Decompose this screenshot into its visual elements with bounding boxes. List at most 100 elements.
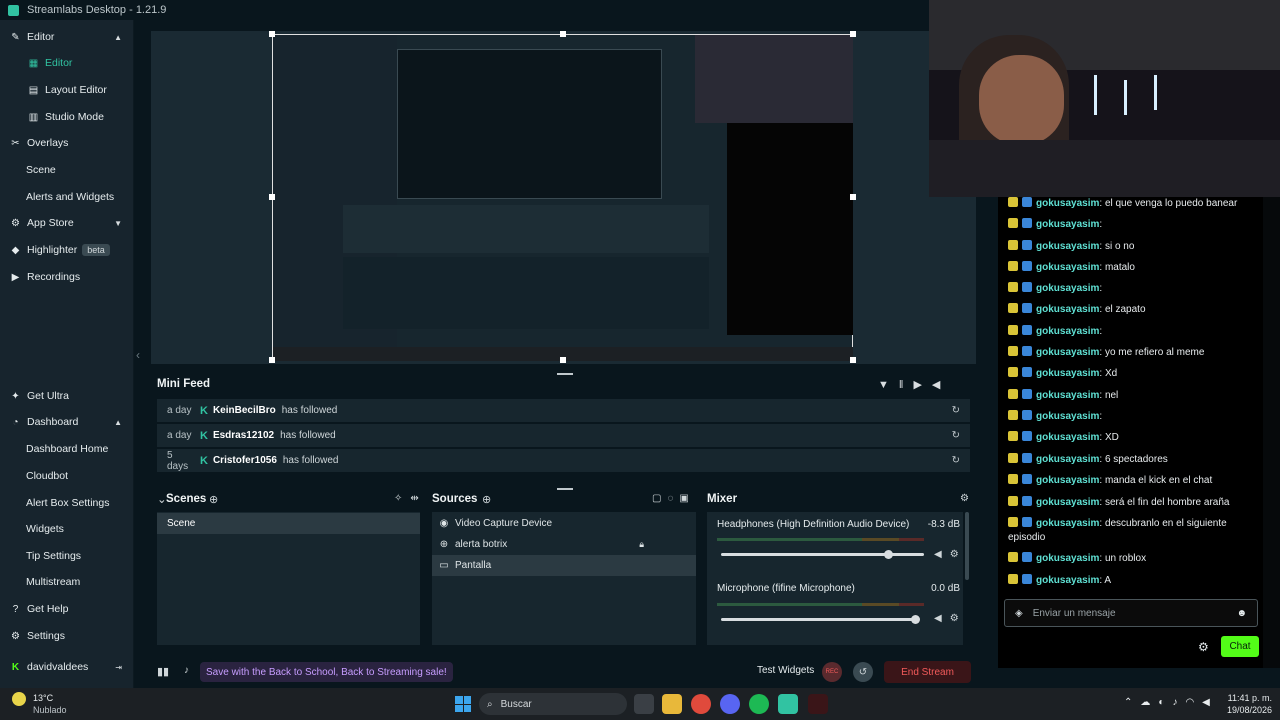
- sidebar-item-cloudbot[interactable]: Cloudbot: [0, 463, 134, 489]
- source-item[interactable]: ⊕ alerta botrix 🔒︎: [432, 534, 696, 555]
- weather-temp[interactable]: 13°C: [33, 693, 53, 703]
- mic-icon[interactable]: ◌: [667, 493, 679, 504]
- speaker-icon[interactable]: ◀: [934, 613, 950, 624]
- test-widgets-label[interactable]: Test Widgets: [757, 665, 814, 676]
- filter-icon[interactable]: ▼: [878, 379, 899, 391]
- weather-icon[interactable]: [12, 692, 26, 706]
- sidebar-item-scene[interactable]: Scene: [0, 157, 134, 183]
- sidebar-item-highlighter[interactable]: ◆ Highlighter beta: [0, 237, 134, 263]
- chat-username[interactable]: gokusayasim: [1036, 198, 1099, 209]
- task-view-icon[interactable]: [634, 694, 654, 714]
- chrome-icon[interactable]: [691, 694, 711, 714]
- chat-username[interactable]: gokusayasim: [1036, 553, 1099, 564]
- folder-icon[interactable]: ▣: [679, 493, 694, 504]
- sidebar-user[interactable]: Kdavidvaldees ⇥: [0, 654, 134, 680]
- sidebar-item-studio-mode[interactable]: ▥ Studio Mode: [0, 104, 134, 130]
- chat-username[interactable]: gokusayasim: [1036, 518, 1099, 529]
- preview-canvas[interactable]: [272, 34, 853, 361]
- discord-icon[interactable]: [720, 694, 740, 714]
- sidebar-item-dashboard[interactable]: ◔ Dashboard ▲: [0, 409, 134, 435]
- sidebar-item-settings[interactable]: ⚙ Settings: [0, 623, 134, 649]
- clock-time[interactable]: 11:41 p. m.: [1224, 693, 1272, 703]
- resize-handle[interactable]: [560, 357, 566, 363]
- pin-icon[interactable]: ✧: [394, 493, 410, 504]
- steam-icon[interactable]: ◐: [1158, 697, 1172, 708]
- add-source-icon[interactable]: ⊕: [482, 493, 491, 506]
- sidebar-item-get-ultra[interactable]: ✦ Get Ultra: [0, 383, 134, 409]
- spotify-icon[interactable]: [749, 694, 769, 714]
- mixer-scrollbar[interactable]: [965, 512, 969, 580]
- chat-username[interactable]: gokusayasim: [1036, 368, 1099, 379]
- sidebar-item-widgets[interactable]: Widgets: [0, 516, 134, 542]
- sidebar-item-editor-group[interactable]: ✎ Editor ▲: [0, 24, 134, 50]
- repeat-icon[interactable]: ↻: [952, 405, 960, 416]
- scene-tools[interactable]: ✧⇹: [394, 493, 427, 504]
- skip-icon[interactable]: ▶: [913, 379, 931, 391]
- sidebar-item-multistream[interactable]: Multistream: [0, 569, 134, 595]
- speaker-icon[interactable]: ◀: [934, 549, 950, 560]
- chat-username[interactable]: gokusayasim: [1036, 219, 1099, 230]
- slider-knob[interactable]: [911, 615, 920, 624]
- volume-icon[interactable]: ◀: [932, 379, 950, 391]
- chat-username[interactable]: gokusayasim: [1036, 347, 1099, 358]
- onedrive-icon[interactable]: ☁: [1140, 697, 1158, 708]
- chat-username[interactable]: gokusayasim: [1036, 432, 1099, 443]
- collapse-sidebar-icon[interactable]: ‹: [136, 348, 140, 362]
- chat-username[interactable]: gokusayasim: [1036, 411, 1099, 422]
- chat-username[interactable]: gokusayasim: [1036, 390, 1099, 401]
- volume-icon[interactable]: ◀: [1202, 697, 1218, 708]
- chat-send-button[interactable]: Chat: [1221, 636, 1259, 657]
- sidebar-item-tip-settings[interactable]: Tip Settings: [0, 543, 134, 569]
- stats-icon[interactable]: ▮▮: [157, 665, 169, 678]
- notification-icon[interactable]: ♪: [184, 665, 189, 676]
- record-app-icon[interactable]: [808, 694, 828, 714]
- rec-button[interactable]: REC: [822, 662, 842, 682]
- promo-banner[interactable]: Save with the Back to School, Back to St…: [200, 662, 453, 682]
- weather-desc[interactable]: Nublado: [33, 705, 67, 715]
- resize-handle[interactable]: [850, 194, 856, 200]
- system-tray[interactable]: ⌃☁◐♪◠◀: [1124, 697, 1218, 708]
- add-scene-icon[interactable]: ⊕: [209, 493, 218, 506]
- sidebar-item-dashboard-home[interactable]: Dashboard Home: [0, 436, 134, 462]
- panel-resize-grip[interactable]: [557, 373, 573, 375]
- chat-username[interactable]: gokusayasim: [1036, 326, 1099, 337]
- chat-username[interactable]: gokusayasim: [1036, 575, 1099, 586]
- scene-item[interactable]: Scene: [157, 513, 420, 534]
- chat-username[interactable]: gokusayasim: [1036, 475, 1099, 486]
- sidebar-item-alert-box-settings[interactable]: Alert Box Settings: [0, 490, 134, 516]
- gear-icon[interactable]: ⚙: [960, 493, 969, 504]
- panel-resize-grip[interactable]: [557, 488, 573, 490]
- chat-username[interactable]: gokusayasim: [1036, 241, 1099, 252]
- logout-icon[interactable]: ⇥: [115, 663, 122, 672]
- minifeed-controls[interactable]: ▼‖▶◀: [878, 378, 950, 391]
- file-explorer-icon[interactable]: [662, 694, 682, 714]
- resize-handle[interactable]: [560, 31, 566, 37]
- volume-slider[interactable]: [721, 615, 920, 624]
- sidebar-item-editor[interactable]: ▦ Editor: [0, 50, 134, 76]
- mic-icon[interactable]: ♪: [1172, 697, 1185, 708]
- resize-handle[interactable]: [269, 357, 275, 363]
- chat-input[interactable]: ◈ Enviar un mensaje ☻: [1004, 599, 1258, 627]
- pause-icon[interactable]: ‖: [899, 379, 914, 391]
- sidebar-item-alerts-widgets[interactable]: Alerts and Widgets: [0, 184, 134, 210]
- chat-username[interactable]: gokusayasim: [1036, 304, 1099, 315]
- sidebar-item-recordings[interactable]: ▶ Recordings: [0, 264, 134, 290]
- sidebar-item-get-help[interactable]: ? Get Help: [0, 596, 134, 622]
- sidebar-item-layout-editor[interactable]: ▤ Layout Editor: [0, 77, 134, 103]
- clock-date[interactable]: 19/08/2026: [1220, 705, 1272, 715]
- sidebar-item-app-store[interactable]: ⚙ App Store ▼: [0, 210, 134, 236]
- channel-controls[interactable]: ◀⚙: [934, 549, 967, 560]
- replay-button[interactable]: ↺: [853, 662, 873, 682]
- chat-settings-icon[interactable]: ⚙: [1198, 640, 1209, 654]
- repeat-icon[interactable]: ↻: [952, 455, 960, 466]
- group-icon[interactable]: ▢: [652, 493, 667, 504]
- chat-username[interactable]: gokusayasim: [1036, 262, 1099, 273]
- source-tools[interactable]: ▢◌▣: [652, 493, 695, 504]
- resize-handle[interactable]: [850, 357, 856, 363]
- wifi-icon[interactable]: ◠: [1185, 697, 1202, 708]
- end-stream-button[interactable]: End Stream: [884, 661, 971, 683]
- lock-icon[interactable]: 🔒︎: [639, 539, 644, 550]
- chat-username[interactable]: gokusayasim: [1036, 283, 1099, 294]
- sidebar-item-overlays[interactable]: ✂ Overlays: [0, 130, 134, 156]
- volume-slider[interactable]: [721, 550, 924, 559]
